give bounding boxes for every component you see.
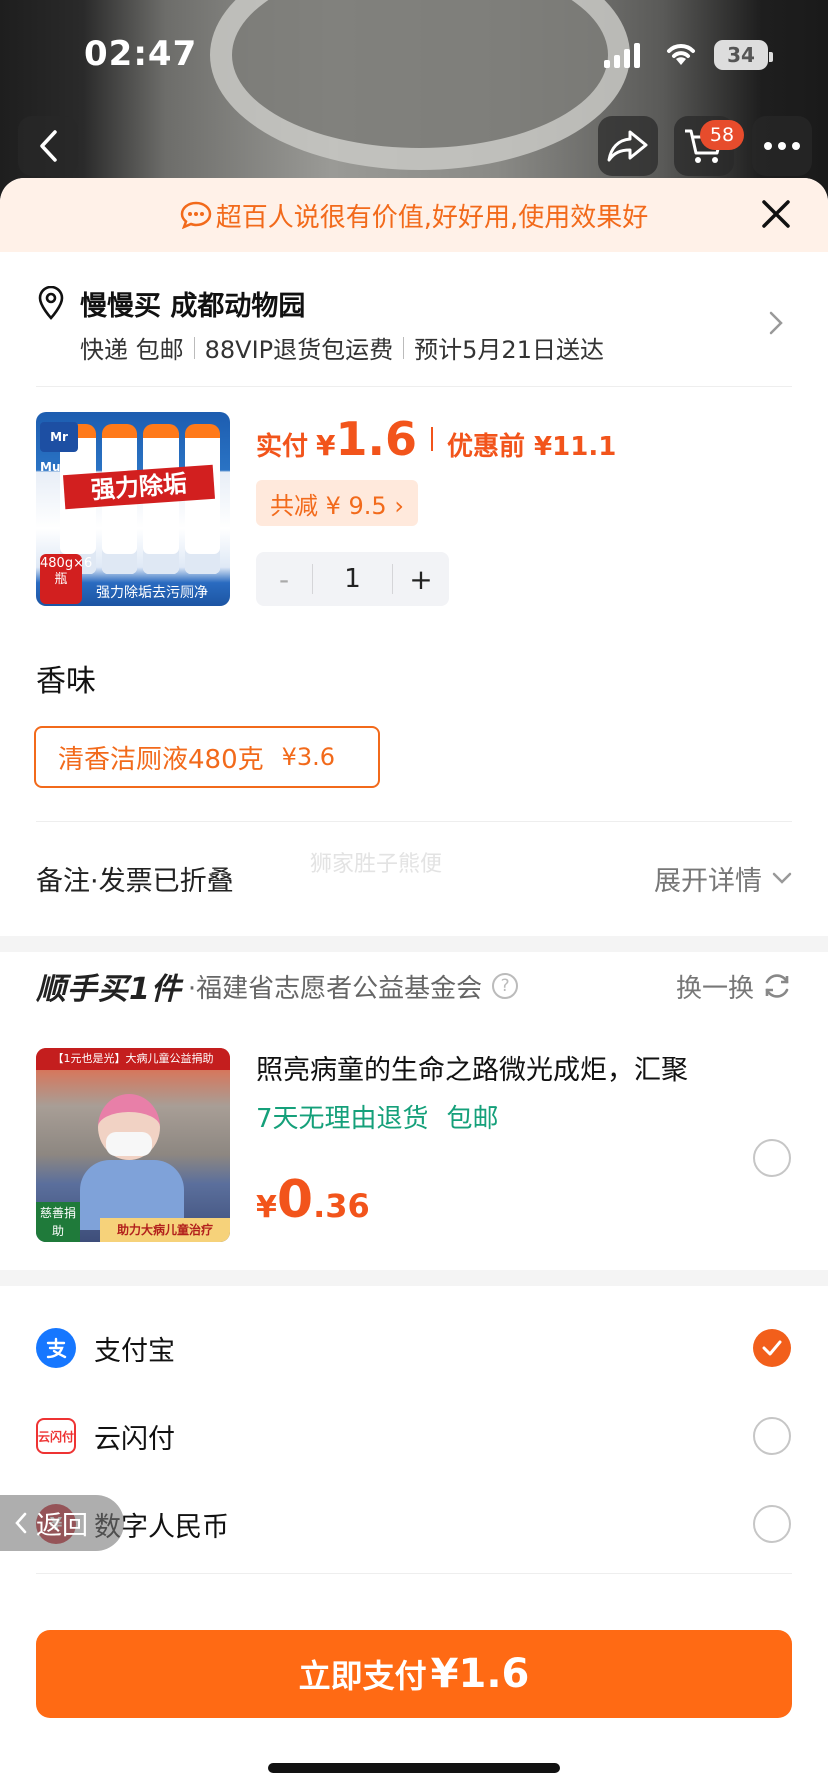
- product-image-caption: 强力除垢去污厕净: [96, 585, 208, 601]
- more-icon: [764, 142, 800, 150]
- donation-tags: 7天无理由退货 包邮: [256, 1098, 499, 1135]
- currency-symbol: ¥: [256, 1190, 277, 1225]
- refresh-icon: [765, 974, 789, 998]
- home-indicator: [268, 1763, 560, 1773]
- back-pill-label: 返回: [36, 1510, 89, 1541]
- battery-icon: 34: [714, 40, 773, 70]
- chevron-left-icon: [40, 130, 57, 162]
- final-price: 1.6: [335, 412, 418, 466]
- donation-logo: 顺手买1件: [36, 972, 182, 1007]
- donation-header: 顺手买1件 ·福建省志愿者公益基金会 ? 换一换: [36, 964, 792, 1008]
- back-button[interactable]: [18, 116, 78, 176]
- currency-symbol: ¥: [316, 429, 336, 462]
- cart-count-badge: 58: [700, 120, 744, 150]
- close-icon[interactable]: [760, 198, 792, 230]
- brand-logo: Mr Muscle: [40, 422, 87, 474]
- eta-label: 预计5月21日送达: [414, 336, 604, 364]
- payment-method-alipay[interactable]: 支付宝: [36, 1318, 792, 1378]
- donation-org: ·福建省志愿者公益基金会: [187, 973, 483, 1004]
- donation-image-banner: 【1元也是光】大病儿童公益捐助: [36, 1048, 230, 1070]
- check-icon: [762, 1340, 782, 1356]
- spec-option-price: ¥3.6: [281, 743, 336, 771]
- more-button[interactable]: [752, 116, 812, 176]
- price-row: 实付 ¥ 1.6 优惠前 ¥11.1: [256, 412, 616, 466]
- divider: [36, 821, 792, 822]
- spec-option-name: 清香洁厕液480克: [58, 744, 264, 775]
- divider: [431, 427, 433, 451]
- vip-label: 88VIP退货包运费: [204, 336, 394, 364]
- address-row[interactable]: 慢慢买 成都动物园 快递 包邮 88VIP退货包运费 预计5月21日送达: [0, 264, 828, 384]
- wifi-icon: [667, 44, 695, 65]
- share-icon: [607, 130, 648, 162]
- decrease-button[interactable]: -: [256, 563, 312, 596]
- location-pin-icon: [38, 286, 64, 320]
- expand-details-button[interactable]: 展开详情: [654, 859, 792, 898]
- review-banner: 超百人说很有价值,好好用,使用效果好: [0, 178, 828, 252]
- pay-now-label: 立即支付: [298, 1657, 427, 1695]
- pay-now-amount: ¥1.6: [430, 1651, 530, 1697]
- ecny-radio[interactable]: [753, 1505, 791, 1543]
- donation-price-decimal: .36: [313, 1187, 370, 1225]
- payment-method-ecny[interactable]: ¥ 数字人民币: [36, 1494, 792, 1554]
- alipay-icon: [36, 1328, 76, 1368]
- unionpay-icon: 云闪付: [36, 1418, 76, 1454]
- shipping-label: 快递 包邮: [80, 336, 184, 364]
- chevron-left-icon: [15, 1512, 27, 1534]
- divider: [193, 336, 195, 359]
- unionpay-radio[interactable]: [753, 1417, 791, 1455]
- expand-details-label: 展开详情: [654, 865, 762, 897]
- pay-label: 实付: [256, 432, 309, 462]
- section-gap: [0, 936, 828, 952]
- quantity-stepper: - 1 +: [256, 552, 449, 606]
- help-icon[interactable]: ?: [492, 973, 519, 999]
- share-button[interactable]: [598, 116, 658, 176]
- donation-radio[interactable]: [753, 1139, 791, 1177]
- donation-image-caption: 助力大病儿童治疗: [100, 1218, 230, 1242]
- donation-image-tag: 慈善捐助: [36, 1202, 80, 1242]
- signal-icon: [604, 42, 640, 68]
- divider: [403, 336, 405, 359]
- product-size-badge: 480g×6瓶: [40, 554, 92, 604]
- back-pill-button[interactable]: 返回: [0, 1495, 124, 1551]
- pay-now-button[interactable]: 立即支付 ¥1.6: [36, 1630, 792, 1718]
- product-image[interactable]: Mr Muscle 强力除垢 480g×6瓶 强力除垢去污厕净: [36, 412, 230, 606]
- divider: [36, 1573, 792, 1574]
- quantity-value[interactable]: 1: [312, 564, 393, 594]
- chat-bubble-icon: [180, 201, 211, 229]
- chevron-right-icon: [769, 311, 783, 335]
- banner-text: 超百人说很有价值,好好用,使用效果好: [215, 202, 649, 233]
- payment-method-name: 支付宝: [94, 1335, 175, 1367]
- return-policy-tag: 7天无理由退货: [256, 1104, 429, 1134]
- status-bar: 02:47 34: [0, 0, 828, 106]
- discount-chip[interactable]: 共减 ¥ 9.5 ›: [256, 480, 418, 526]
- donation-image[interactable]: 【1元也是光】大病儿童公益捐助 慈善捐助 助力大病儿童治疗: [36, 1048, 230, 1242]
- status-time: 02:47: [84, 34, 198, 74]
- payment-method-name: 云闪付: [94, 1423, 175, 1455]
- address-meta: 快递 包邮 88VIP退货包运费 预计5月21日送达: [80, 330, 604, 365]
- child-mask: [106, 1132, 152, 1156]
- donation-price: ¥ 0 .36: [256, 1170, 370, 1230]
- address-name: 慢慢买 成都动物园: [80, 291, 306, 322]
- alipay-radio-checked[interactable]: [753, 1329, 791, 1367]
- increase-button[interactable]: +: [393, 563, 449, 596]
- swap-label: 换一换: [675, 973, 754, 1004]
- free-shipping-tag: 包邮: [446, 1104, 499, 1134]
- original-price: 优惠前 ¥11.1: [447, 432, 617, 462]
- spec-option-selected[interactable]: 清香洁厕液480克 ¥3.6: [34, 726, 380, 788]
- spec-title: 香味: [36, 664, 96, 699]
- checkout-sheet: 超百人说很有价值,好好用,使用效果好 慢慢买 成都动物园 快递 包邮 88VIP…: [0, 178, 828, 1792]
- note-invoice-row[interactable]: 备注·发票已折叠 展开详情: [36, 848, 792, 908]
- swap-button[interactable]: 换一换: [676, 964, 792, 1008]
- note-label: 备注·发票已折叠: [36, 865, 234, 897]
- chevron-down-icon: [772, 872, 792, 884]
- donation-title: 照亮病童的生命之路微光成炬，汇聚: [256, 1055, 688, 1086]
- donation-price-int: 0: [276, 1170, 314, 1230]
- section-gap: [0, 1270, 828, 1286]
- divider: [36, 386, 792, 387]
- payment-method-unionpay[interactable]: 云闪付 云闪付: [36, 1406, 792, 1466]
